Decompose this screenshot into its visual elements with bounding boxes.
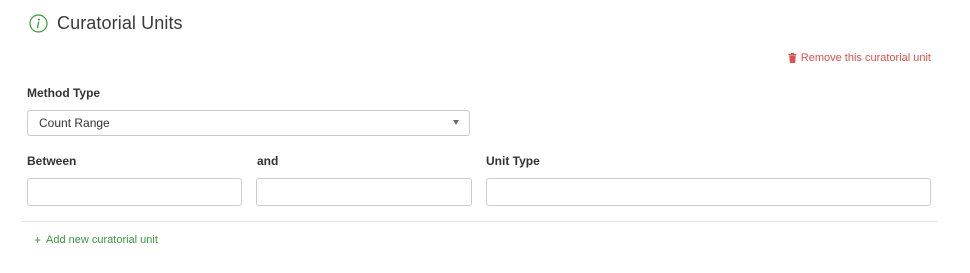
- plus-icon: +: [34, 233, 42, 247]
- remove-curatorial-unit-label: Remove this curatorial unit: [800, 52, 931, 64]
- info-icon: [29, 13, 48, 33]
- add-curatorial-unit-link[interactable]: + Add new curatorial unit: [34, 234, 158, 246]
- between-label: Between: [27, 154, 77, 168]
- section-header: Curatorial Units: [29, 10, 183, 36]
- page-title: Curatorial Units: [57, 12, 183, 33]
- between-input[interactable]: [27, 178, 242, 206]
- method-type-select[interactable]: Count Range: [27, 110, 470, 136]
- method-type-label: Method Type: [27, 86, 101, 100]
- and-input[interactable]: [256, 178, 472, 206]
- remove-curatorial-unit-link[interactable]: Remove this curatorial unit: [788, 52, 931, 64]
- unit-type-input[interactable]: [486, 178, 931, 206]
- add-curatorial-unit-label: Add new curatorial unit: [46, 234, 158, 246]
- method-type-selected-value: Count Range: [39, 116, 110, 130]
- and-label: and: [257, 154, 279, 168]
- unit-type-label: Unit Type: [486, 154, 540, 168]
- trash-icon: [788, 53, 797, 63]
- section-divider: [21, 221, 938, 222]
- caret-down-icon: [453, 120, 459, 125]
